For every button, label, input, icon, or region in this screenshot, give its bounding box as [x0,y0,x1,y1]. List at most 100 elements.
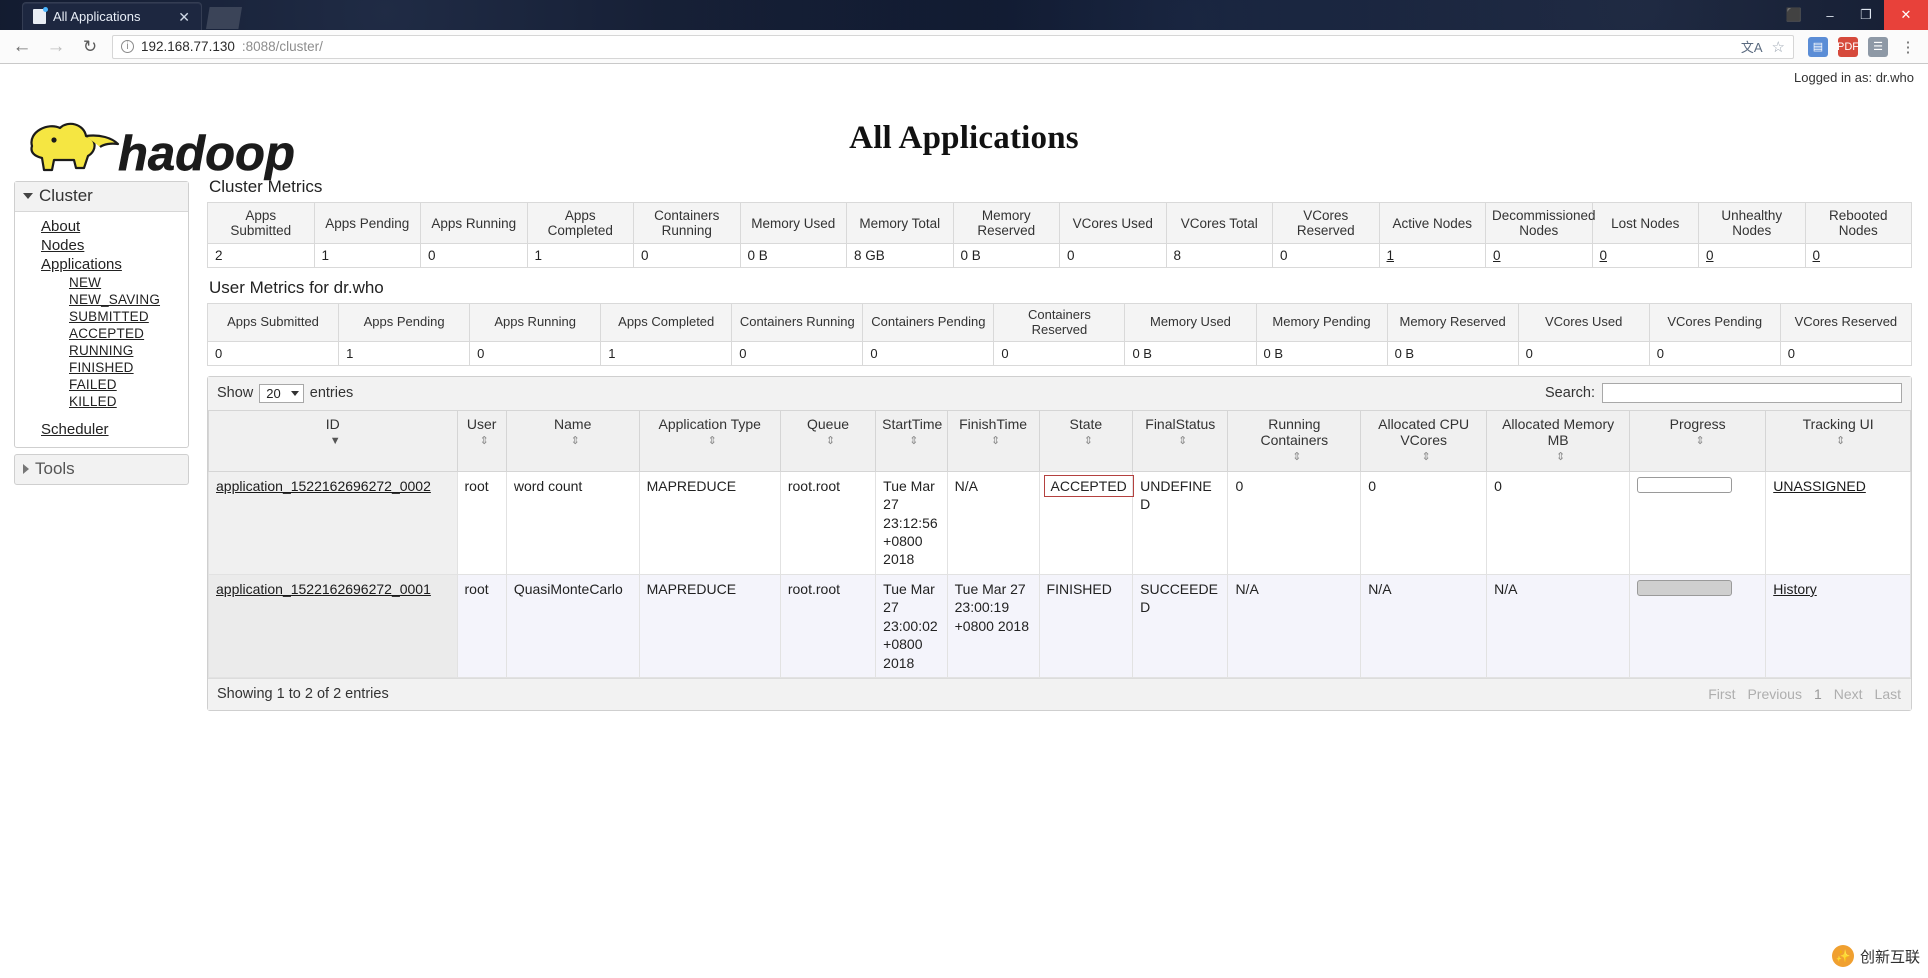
table-row[interactable]: application_1522162696272_0001 root Quas… [208,573,1911,679]
translate-icon[interactable]: 文A [1741,37,1763,56]
th-name[interactable]: Name ⇕ [505,410,640,472]
close-icon[interactable]: ✕ [175,10,193,24]
window-minimize-button[interactable]: – [1812,0,1848,30]
extension-pdf-icon[interactable]: PDF [1837,36,1859,57]
ucol-memory-pending: Memory Pending [1255,303,1388,343]
pagination-next[interactable]: Next [1834,686,1863,702]
cell-id[interactable]: application_1522162696272_0002 [208,470,458,575]
ucol-vcores-used: VCores Used [1517,303,1650,343]
application-id-link[interactable]: application_1522162696272_0002 [216,478,431,494]
val-vcores-reserved: 0 [1272,243,1380,269]
forward-icon[interactable]: → [44,35,68,59]
cell-allocated-memory-mb: N/A [1486,573,1631,679]
sidebar-cluster-links: About Nodes Applications NEW NEW_SAVING … [15,212,188,447]
val-active-nodes-link[interactable]: 1 [1387,248,1395,263]
window-close-button[interactable]: ✕ [1884,0,1928,30]
val-lost-nodes-link[interactable]: 0 [1600,248,1608,263]
browser-titlebar: All Applications ✕ ⬛ – ❐ ✕ [0,0,1928,30]
search-input[interactable] [1602,383,1902,404]
page-length-select[interactable]: 20 [259,383,304,403]
sort-both-icon: ⇕ [1421,451,1431,464]
browser-menu-icon[interactable]: ⋮ [1898,37,1918,57]
th-id[interactable]: ID ▼ [208,410,458,472]
table-row[interactable]: application_1522162696272_0002 root word… [208,470,1911,575]
application-id-link[interactable]: application_1522162696272_0001 [216,581,431,597]
sidebar-item-finished[interactable]: FINISHED [15,359,188,376]
sidebar-item-submitted[interactable]: SUBMITTED [15,308,188,325]
th-progress[interactable]: Progress ⇕ [1629,410,1767,472]
tab-strip: All Applications ✕ [0,0,242,30]
pagination-previous[interactable]: Previous [1747,686,1801,702]
val-decommissioned-nodes[interactable]: 0 [1485,243,1593,269]
th-allocated-cpu-vcores[interactable]: Allocated CPU VCores ⇕ [1360,410,1488,472]
cell-running-containers: N/A [1227,573,1362,679]
pagination-page-1[interactable]: 1 [1814,686,1822,702]
th-running-containers-label: Running Containers [1260,416,1329,449]
th-state[interactable]: State ⇕ [1038,410,1134,472]
th-allocated-cpu-vcores-label: Allocated CPU VCores [1378,416,1470,449]
cell-progress [1629,573,1767,679]
val-vcores-total: 8 [1165,243,1273,269]
uval-memory-used: 0 B [1124,341,1257,367]
th-starttime[interactable]: StartTime ⇕ [875,410,948,472]
new-tab-button[interactable] [206,7,242,29]
sidebar-item-accepted[interactable]: ACCEPTED [15,325,188,342]
val-rebooted-nodes-link[interactable]: 0 [1813,248,1821,263]
extension-blue-icon[interactable]: ▤ [1808,36,1828,57]
cell-tracking-ui[interactable]: UNASSIGNED [1765,470,1911,575]
tracking-ui-link[interactable]: History [1773,581,1817,597]
window-restore-button[interactable]: ❐ [1848,0,1884,30]
val-decommissioned-nodes-link[interactable]: 0 [1493,248,1501,263]
bookmark-star-icon[interactable]: ☆ [1772,38,1785,56]
window-extra-icon[interactable]: ⬛ [1776,0,1812,30]
ucol-memory-used: Memory Used [1124,303,1257,343]
sidebar-tools-header[interactable]: Tools [14,454,189,485]
val-rebooted-nodes[interactable]: 0 [1804,243,1912,269]
th-finishtime[interactable]: FinishTime ⇕ [946,410,1040,472]
th-user[interactable]: User ⇕ [456,410,507,472]
sidebar-item-killed[interactable]: KILLED [15,393,188,410]
chevron-down-icon [23,193,33,199]
cell-id[interactable]: application_1522162696272_0001 [208,573,458,679]
sidebar-item-new[interactable]: NEW [15,274,188,291]
pagination-first[interactable]: First [1708,686,1735,702]
th-application-type[interactable]: Application Type ⇕ [638,410,781,472]
th-allocated-memory-mb[interactable]: Allocated Memory MB ⇕ [1486,410,1631,472]
tracking-ui-link[interactable]: UNASSIGNED [1773,478,1866,494]
val-unhealthy-nodes[interactable]: 0 [1698,243,1806,269]
sidebar-item-new-saving[interactable]: NEW_SAVING [15,291,188,308]
val-lost-nodes[interactable]: 0 [1591,243,1699,269]
page-favicon-icon [33,7,48,24]
pagination-last[interactable]: Last [1875,686,1901,702]
address-bar[interactable]: i 192.168.77.130:8088/cluster/ 文A ☆ [112,34,1794,59]
sidebar-cluster-header[interactable]: Cluster [15,182,188,212]
th-queue[interactable]: Queue ⇕ [779,410,877,472]
th-running-containers[interactable]: Running Containers ⇕ [1227,410,1362,472]
hadoop-logo-svg: hadoop [30,122,295,181]
sort-both-icon: ⇕ [990,435,1001,448]
site-info-icon[interactable]: i [121,40,134,53]
sidebar-item-failed[interactable]: FAILED [15,376,188,393]
th-tracking-ui[interactable]: Tracking UI ⇕ [1765,410,1911,472]
sidebar-item-applications[interactable]: Applications [15,255,188,274]
extension-gray-icon[interactable]: ☰ [1868,36,1888,57]
val-active-nodes[interactable]: 1 [1378,243,1486,269]
sidebar-item-about[interactable]: About [15,217,188,236]
hadoop-logo[interactable]: hadoop [14,116,314,184]
cell-queue: root.root [779,573,877,679]
col-rebooted-nodes: Rebooted Nodes [1804,201,1912,245]
sidebar-item-nodes[interactable]: Nodes [15,236,188,255]
page-length-value: 20 [266,385,281,401]
th-finalstatus[interactable]: FinalStatus ⇕ [1132,410,1229,472]
sidebar-item-running[interactable]: RUNNING [15,342,188,359]
browser-tab-all-applications[interactable]: All Applications ✕ [22,2,202,30]
sidebar-item-scheduler[interactable]: Scheduler [15,420,188,439]
col-unhealthy-nodes: Unhealthy Nodes [1698,201,1806,245]
col-apps-pending: Apps Pending [313,201,421,245]
reload-icon[interactable]: ↻ [78,35,102,59]
ucol-apps-submitted: Apps Submitted [206,303,340,343]
cell-tracking-ui[interactable]: History [1765,573,1911,679]
ucol-vcores-reserved: VCores Reserved [1779,303,1913,343]
back-icon[interactable]: ← [10,35,34,59]
val-unhealthy-nodes-link[interactable]: 0 [1706,248,1714,263]
